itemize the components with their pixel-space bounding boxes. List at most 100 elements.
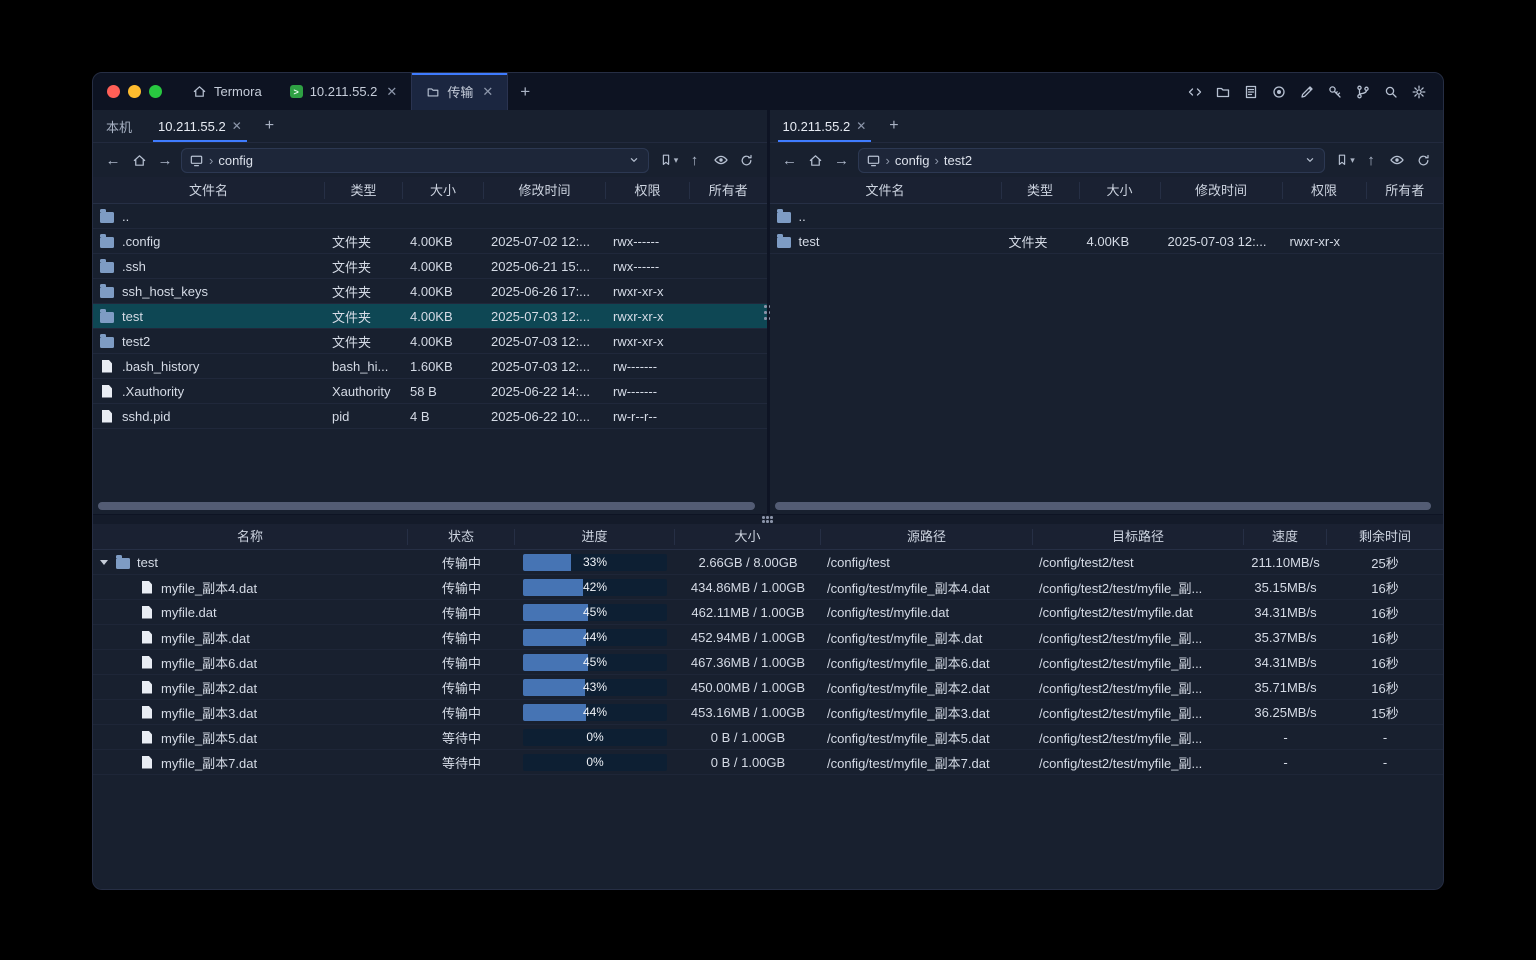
breadcrumb-segment[interactable]: config <box>895 153 930 168</box>
column-header-source[interactable]: 源路径 <box>821 529 1033 545</box>
file-mtime: 2025-06-21 15:... <box>484 259 606 274</box>
show-hidden-eye-icon[interactable] <box>709 148 733 172</box>
upload-icon[interactable]: ↑ <box>683 148 707 172</box>
transfer-row[interactable]: myfile_副本6.dat 传输中 45% 467.36MB / 1.00GB… <box>93 650 1443 675</box>
column-header-target[interactable]: 目标路径 <box>1033 529 1244 545</box>
home-icon[interactable] <box>804 148 828 172</box>
bookmark-icon[interactable]: ▾ <box>1333 148 1357 172</box>
breadcrumb-segment[interactable]: config <box>218 153 253 168</box>
breadcrumb-segment[interactable]: test2 <box>944 153 972 168</box>
tab-local[interactable]: 本机 <box>93 110 145 142</box>
folder-icon[interactable] <box>1211 80 1235 104</box>
refresh-icon[interactable] <box>1411 148 1435 172</box>
code-icon[interactable] <box>1183 80 1207 104</box>
file-row[interactable]: test2 文件夹 4.00KB 2025-07-03 12:... rwxr-… <box>93 329 767 354</box>
left-horizontal-scrollbar[interactable] <box>98 502 762 510</box>
transfer-row[interactable]: myfile_副本7.dat 等待中 0% 0 B / 1.00GB /conf… <box>93 750 1443 775</box>
show-hidden-eye-icon[interactable] <box>1385 148 1409 172</box>
file-mtime: 2025-06-26 17:... <box>484 284 606 299</box>
expand-chevron-icon[interactable] <box>99 557 109 567</box>
refresh-icon[interactable] <box>735 148 759 172</box>
splitter-grip-icon[interactable] <box>762 516 774 524</box>
target-path: /config/test2/test/myfile_副... <box>1033 728 1244 747</box>
column-header-size[interactable]: 大小 <box>403 182 484 199</box>
left-file-panel: 本机 10.211.55.2 ✕ + ← → › config ▾ <box>93 110 767 514</box>
transfer-splitter[interactable] <box>93 514 1443 524</box>
new-panel-tab-button[interactable]: + <box>879 110 908 142</box>
column-header-type[interactable]: 类型 <box>325 182 403 199</box>
transfer-row[interactable]: test 传输中 33% 2.66GB / 8.00GB /config/tes… <box>93 550 1443 575</box>
key-icon[interactable] <box>1323 80 1347 104</box>
column-header-mtime[interactable]: 修改时间 <box>1161 182 1283 199</box>
tab-ssh-session[interactable]: > 10.211.55.2 ✕ <box>276 73 412 110</box>
column-header-owner[interactable]: 所有者 <box>690 182 767 199</box>
new-tab-button[interactable]: + <box>508 73 542 110</box>
column-header-mtime[interactable]: 修改时间 <box>484 182 606 199</box>
upload-icon[interactable]: ↑ <box>1359 148 1383 172</box>
transfer-row[interactable]: myfile_副本2.dat 传输中 43% 450.00MB / 1.00GB… <box>93 675 1443 700</box>
file-row[interactable]: .bash_history bash_hi... 1.60KB 2025-07-… <box>93 354 767 379</box>
transfer-row[interactable]: myfile_副本5.dat 等待中 0% 0 B / 1.00GB /conf… <box>93 725 1443 750</box>
file-row[interactable]: ssh_host_keys 文件夹 4.00KB 2025-06-26 17:.… <box>93 279 767 304</box>
zoom-window-button[interactable] <box>149 85 162 98</box>
close-window-button[interactable] <box>107 85 120 98</box>
column-header-status[interactable]: 状态 <box>408 529 515 545</box>
column-header-progress[interactable]: 进度 <box>515 529 675 545</box>
record-icon[interactable] <box>1267 80 1291 104</box>
left-breadcrumb[interactable]: › config <box>181 148 649 173</box>
column-header-name[interactable]: 文件名 <box>93 182 325 199</box>
forward-icon[interactable]: → <box>153 148 177 172</box>
right-horizontal-scrollbar[interactable] <box>775 502 1439 510</box>
search-icon[interactable] <box>1379 80 1403 104</box>
file-row[interactable]: .ssh 文件夹 4.00KB 2025-06-21 15:... rwx---… <box>93 254 767 279</box>
column-header-owner[interactable]: 所有者 <box>1367 182 1444 199</box>
target-path: /config/test2/test/myfile_副... <box>1033 653 1244 672</box>
log-icon[interactable] <box>1239 80 1263 104</box>
chevron-down-icon[interactable] <box>627 153 641 167</box>
source-path: /config/test/myfile_副本.dat <box>821 628 1033 647</box>
transfer-row[interactable]: myfile_副本.dat 传输中 44% 452.94MB / 1.00GB … <box>93 625 1443 650</box>
scrollbar-thumb[interactable] <box>98 502 755 510</box>
right-breadcrumb[interactable]: › config › test2 <box>858 148 1326 173</box>
tab-transfer[interactable]: 传输 ✕ <box>411 73 508 110</box>
column-header-perm[interactable]: 权限 <box>1283 182 1367 199</box>
transfer-row[interactable]: myfile_副本4.dat 传输中 42% 434.86MB / 1.00GB… <box>93 575 1443 600</box>
file-row[interactable]: sshd.pid pid 4 B 2025-06-22 10:... rw-r-… <box>93 404 767 429</box>
settings-gear-icon[interactable] <box>1407 80 1431 104</box>
bookmark-icon[interactable]: ▾ <box>657 148 681 172</box>
scrollbar-thumb[interactable] <box>775 502 1432 510</box>
transfer-row[interactable]: myfile.dat 传输中 45% 462.11MB / 1.00GB /co… <box>93 600 1443 625</box>
column-header-speed[interactable]: 速度 <box>1244 529 1327 545</box>
file-row[interactable]: .config 文件夹 4.00KB 2025-07-02 12:... rwx… <box>93 229 767 254</box>
column-header-eta[interactable]: 剩余时间 <box>1327 529 1443 545</box>
close-tab-icon[interactable]: ✕ <box>856 119 866 133</box>
file-row[interactable]: test 文件夹 4.00KB 2025-07-03 12:... rwxr-x… <box>93 304 767 329</box>
file-row[interactable]: .. <box>770 204 1444 229</box>
close-tab-icon[interactable]: ✕ <box>386 84 397 100</box>
new-panel-tab-button[interactable]: + <box>255 110 284 142</box>
column-header-size[interactable]: 大小 <box>1080 182 1161 199</box>
file-row[interactable]: test 文件夹 4.00KB 2025-07-03 12:... rwxr-x… <box>770 229 1444 254</box>
chevron-down-icon[interactable] <box>1303 153 1317 167</box>
file-row[interactable]: .Xauthority Xauthority 58 B 2025-06-22 1… <box>93 379 767 404</box>
tab-termora-home[interactable]: Termora <box>178 73 276 110</box>
file-mtime: 2025-06-22 14:... <box>484 384 606 399</box>
back-icon[interactable]: ← <box>778 148 802 172</box>
file-row[interactable]: .. <box>93 204 767 229</box>
transfer-row[interactable]: myfile_副本3.dat 传输中 44% 453.16MB / 1.00GB… <box>93 700 1443 725</box>
column-header-size[interactable]: 大小 <box>675 529 821 545</box>
forward-icon[interactable]: → <box>830 148 854 172</box>
home-icon[interactable] <box>127 148 151 172</box>
column-header-name[interactable]: 名称 <box>93 529 408 545</box>
tab-remote-left[interactable]: 10.211.55.2 ✕ <box>145 110 255 142</box>
close-tab-icon[interactable]: ✕ <box>232 119 242 133</box>
edit-icon[interactable] <box>1295 80 1319 104</box>
column-header-type[interactable]: 类型 <box>1002 182 1080 199</box>
branch-icon[interactable] <box>1351 80 1375 104</box>
tab-remote-right[interactable]: 10.211.55.2 ✕ <box>770 110 880 142</box>
back-icon[interactable]: ← <box>101 148 125 172</box>
close-tab-icon[interactable]: ✕ <box>482 84 493 100</box>
column-header-perm[interactable]: 权限 <box>606 182 690 199</box>
minimize-window-button[interactable] <box>128 85 141 98</box>
column-header-name[interactable]: 文件名 <box>770 182 1002 199</box>
